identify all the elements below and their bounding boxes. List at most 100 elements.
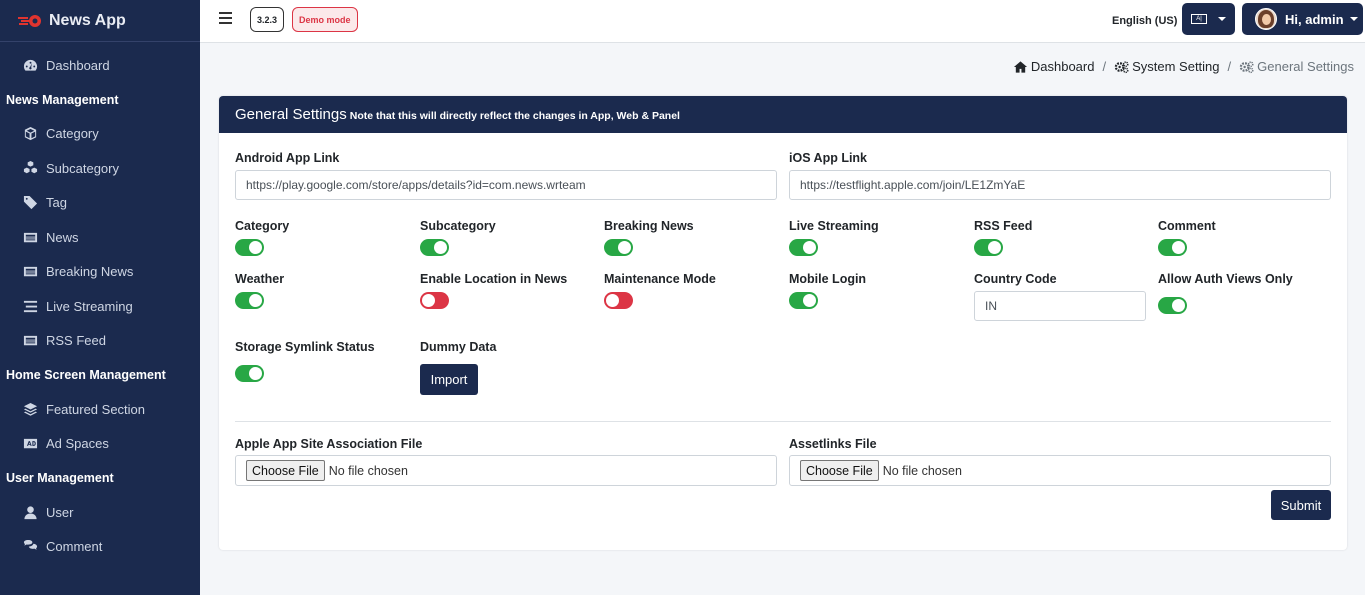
breadcrumb-dashboard[interactable]: Dashboard	[1013, 59, 1095, 74]
android-app-link-input[interactable]: https://play.google.com/store/apps/detai…	[235, 170, 777, 200]
card-header: General Settings Note that this will dir…	[219, 96, 1347, 133]
demo-mode-badge: Demo mode	[292, 7, 358, 32]
translate-icon: A|	[1191, 14, 1207, 24]
hamburger-menu-icon[interactable]	[219, 12, 232, 24]
brand[interactable]: News App	[0, 0, 200, 42]
sidebar: News App Dashboard News Management Categ…	[0, 0, 200, 595]
country-code-label: Country Code	[974, 272, 1057, 286]
topbar: 3.2.3 Demo mode English (US) A| Hi, admi…	[200, 0, 1365, 43]
rss-feed-label: RSS Feed	[974, 219, 1033, 233]
general-settings-card: General Settings Note that this will dir…	[219, 96, 1347, 550]
choose-file-button[interactable]: Choose File	[246, 460, 325, 481]
sidebar-item-label: Tag	[46, 195, 67, 211]
list-alt-icon	[22, 264, 38, 280]
storage-symlink-label: Storage Symlink Status	[235, 340, 375, 354]
breadcrumb-separator: /	[1227, 59, 1232, 74]
sidebar-item-live-streaming[interactable]: Live Streaming	[0, 289, 200, 324]
sidebar-item-label: RSS Feed	[46, 333, 106, 349]
category-toggle[interactable]	[235, 239, 264, 256]
assetlinks-file-input[interactable]: Choose File No file chosen	[789, 455, 1331, 486]
enable-location-toggle[interactable]	[420, 292, 449, 309]
sidebar-item-tag[interactable]: Tag	[0, 186, 200, 221]
app-logo-icon	[18, 14, 41, 27]
mobile-login-label: Mobile Login	[789, 272, 867, 286]
breadcrumb-general-settings-label: General Settings	[1257, 59, 1354, 74]
import-button[interactable]: Import	[420, 364, 478, 395]
subcategory-toggle[interactable]	[420, 239, 449, 256]
sidebar-item-label: Category	[46, 126, 99, 142]
maintenance-mode-label: Maintenance Mode	[604, 272, 716, 286]
enable-location-label: Enable Location in News	[420, 272, 568, 286]
news-icon	[22, 229, 38, 245]
page-title: General Settings	[235, 106, 347, 123]
sidebar-item-label: Breaking News	[46, 264, 134, 280]
sidebar-item-label: User	[46, 504, 74, 520]
breadcrumb: Dashboard / System Setting / General Set…	[1013, 59, 1354, 74]
rss-feed-toggle[interactable]	[974, 239, 1003, 256]
home-icon	[1013, 60, 1027, 73]
sidebar-item-subcategory[interactable]: Subcategory	[0, 151, 200, 186]
comment-toggle[interactable]	[1158, 239, 1187, 256]
tag-icon	[22, 195, 38, 211]
breadcrumb-system-setting[interactable]: System Setting	[1114, 59, 1220, 74]
app-name: News App	[49, 11, 126, 29]
nav-header-user-management: User Management	[6, 471, 114, 485]
user-icon	[22, 504, 38, 520]
category-label: Category	[235, 219, 290, 233]
comments-icon	[22, 539, 38, 555]
maintenance-mode-toggle[interactable]	[604, 292, 633, 309]
android-app-link-label: Android App Link	[235, 151, 340, 165]
avatar	[1255, 8, 1277, 30]
country-code-input[interactable]: IN	[974, 291, 1146, 321]
allow-auth-views-label: Allow Auth Views Only	[1158, 272, 1293, 286]
breaking-news-label: Breaking News	[604, 219, 694, 233]
mobile-login-toggle[interactable]	[789, 292, 818, 309]
sidebar-item-label: Ad Spaces	[46, 436, 109, 452]
ios-app-link-input[interactable]: https://testflight.apple.com/join/LE1ZmY…	[789, 170, 1331, 200]
version-badge: 3.2.3	[250, 7, 285, 32]
nav-header-home-screen-management: Home Screen Management	[6, 368, 166, 382]
no-file-chosen-text: No file chosen	[328, 463, 408, 478]
sidebar-item-label: News	[46, 229, 79, 245]
breadcrumb-general-settings: General Settings	[1239, 59, 1354, 74]
sidebar-item-featured-section[interactable]: Featured Section	[0, 392, 200, 427]
dummy-data-label: Dummy Data	[420, 340, 497, 354]
card-note: Note that this will directly reflect the…	[349, 109, 680, 122]
dashboard-icon	[22, 57, 38, 73]
live-streaming-label: Live Streaming	[789, 219, 879, 233]
sidebar-item-label: Subcategory	[46, 160, 119, 176]
breadcrumb-dashboard-label: Dashboard	[1030, 59, 1095, 74]
breaking-news-toggle[interactable]	[604, 239, 633, 256]
cube-icon	[22, 126, 38, 142]
sidebar-item-comment[interactable]: Comment	[0, 530, 200, 565]
sidebar-item-label: Live Streaming	[46, 298, 133, 314]
ad-icon	[22, 436, 38, 452]
chevron-down-icon	[1218, 17, 1226, 21]
comment-label: Comment	[1158, 219, 1216, 233]
user-greeting: Hi, admin	[1285, 11, 1344, 27]
submit-button[interactable]: Submit	[1271, 490, 1331, 520]
sidebar-item-news[interactable]: News	[0, 220, 200, 255]
user-menu-button[interactable]: Hi, admin	[1242, 3, 1363, 35]
sidebar-item-label: Dashboard	[46, 57, 110, 73]
sidebar-item-breaking-news[interactable]: Breaking News	[0, 255, 200, 290]
language-dropdown-button[interactable]: A|	[1182, 3, 1235, 35]
sidebar-item-dashboard[interactable]: Dashboard	[0, 48, 200, 83]
apple-app-site-association-file-input[interactable]: Choose File No file chosen	[235, 455, 777, 486]
sidebar-item-rss-feed[interactable]: RSS Feed	[0, 324, 200, 359]
storage-symlink-toggle[interactable]	[235, 365, 264, 382]
divider	[235, 421, 1331, 422]
weather-toggle[interactable]	[235, 292, 264, 309]
choose-file-button[interactable]: Choose File	[800, 460, 879, 481]
stream-icon	[22, 298, 38, 314]
layers-icon	[22, 401, 38, 417]
sidebar-item-user[interactable]: User	[0, 495, 200, 530]
allow-auth-views-toggle[interactable]	[1158, 297, 1187, 314]
sidebar-item-ad-spaces[interactable]: Ad Spaces	[0, 427, 200, 462]
language-label: English (US)	[1112, 15, 1178, 27]
rss-icon	[22, 333, 38, 349]
sidebar-item-category[interactable]: Category	[0, 117, 200, 152]
weather-label: Weather	[235, 272, 285, 286]
live-streaming-toggle[interactable]	[789, 239, 818, 256]
cubes-icon	[22, 160, 38, 176]
